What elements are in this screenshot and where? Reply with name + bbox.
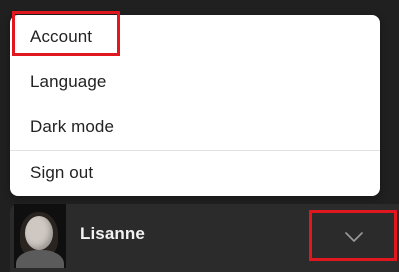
menu-item-account[interactable]: Account bbox=[10, 15, 380, 59]
chevron-down-icon bbox=[345, 232, 363, 242]
avatar-body bbox=[16, 250, 64, 268]
user-menu-toggle-button[interactable] bbox=[312, 212, 396, 262]
menu-item-label: Sign out bbox=[30, 163, 94, 182]
menu-item-label: Dark mode bbox=[30, 117, 115, 136]
app-stage: Account Language Dark mode Sign out Lisa… bbox=[0, 0, 399, 272]
user-profile-bar[interactable]: Lisanne bbox=[10, 204, 399, 272]
username: Lisanne bbox=[80, 224, 145, 243]
account-dropdown-menu: Account Language Dark mode Sign out bbox=[10, 15, 380, 196]
menu-item-language[interactable]: Language bbox=[10, 60, 380, 104]
menu-item-dark-mode[interactable]: Dark mode bbox=[10, 105, 380, 149]
menu-item-label: Account bbox=[30, 27, 93, 46]
avatar-face bbox=[25, 216, 53, 250]
menu-item-sign-out[interactable]: Sign out bbox=[10, 151, 380, 195]
avatar[interactable] bbox=[14, 204, 66, 268]
menu-item-label: Language bbox=[30, 72, 107, 91]
